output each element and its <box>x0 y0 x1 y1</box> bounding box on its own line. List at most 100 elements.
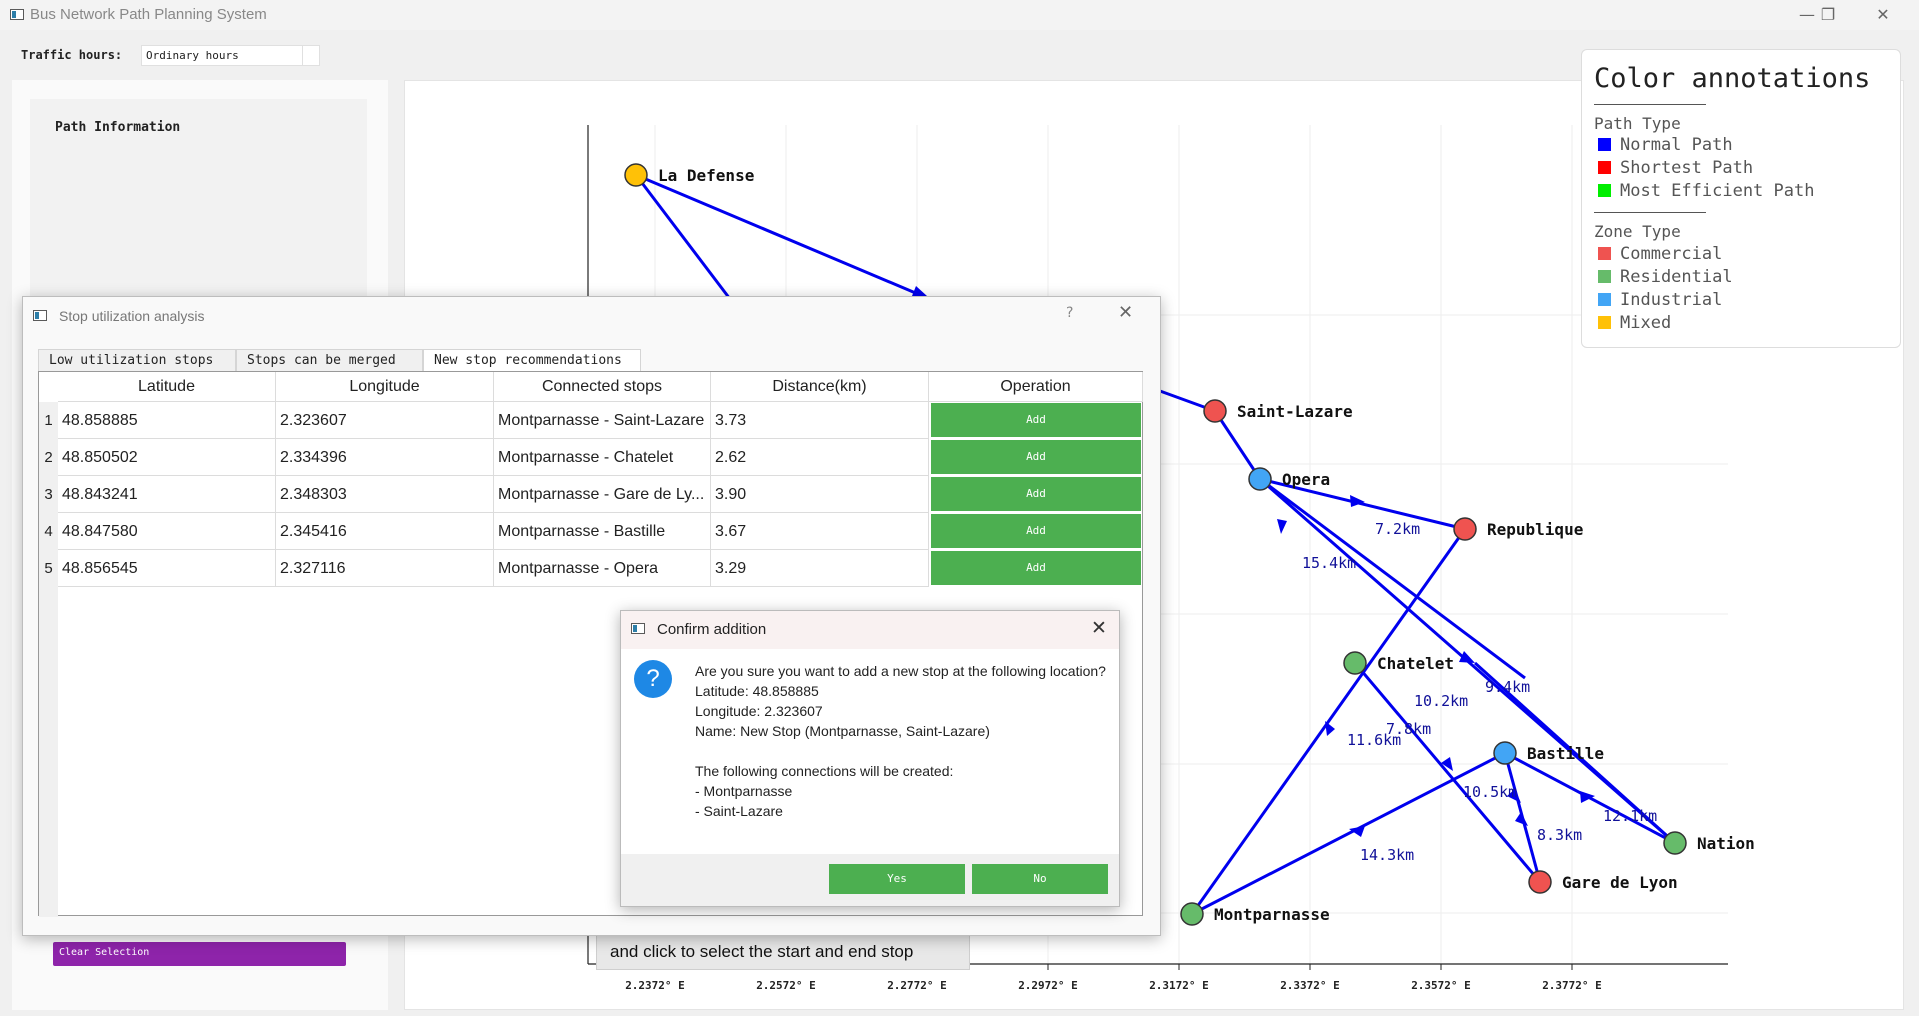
stop-node[interactable] <box>1663 831 1687 855</box>
column-header-longitude[interactable]: Longitude <box>276 372 494 402</box>
confirm-close-button[interactable]: ✕ <box>1091 617 1107 639</box>
add-button[interactable]: Add <box>931 403 1141 437</box>
table-cell-stops[interactable]: Montparnasse - Saint-Lazare <box>494 402 711 439</box>
table-cell-stops[interactable]: Montparnasse - Chatelet <box>494 439 711 476</box>
table-cell-stops[interactable]: Montparnasse - Opera <box>494 550 711 587</box>
confirm-line: Are you sure you want to add a new stop … <box>695 663 1106 679</box>
table-cell-dist[interactable]: 2.62 <box>711 439 929 476</box>
column-header-distance[interactable]: Distance(km) <box>711 372 929 402</box>
table-cell-lon[interactable]: 2.334396 <box>276 439 494 476</box>
table-cell-dist[interactable]: 3.73 <box>711 402 929 439</box>
stop-label: Opera <box>1282 470 1330 489</box>
traffic-hours-select[interactable]: Ordinary hours <box>141 45 320 66</box>
legend-divider <box>1594 104 1706 105</box>
legend-normal-path: Normal Path <box>1598 135 1733 155</box>
table-cell-lat[interactable]: 48.856545 <box>58 550 276 587</box>
column-header-connected-stops[interactable]: Connected stops <box>494 372 711 402</box>
x-tick-label: 2.2972° E <box>1018 979 1078 992</box>
table-cell-lat[interactable]: 48.843241 <box>58 476 276 513</box>
confirm-line: The following connections will be create… <box>695 763 954 779</box>
table-cell-lon[interactable]: 2.327116 <box>276 550 494 587</box>
table-cell-dist[interactable]: 3.29 <box>711 550 929 587</box>
dialog-title: Stop utilization analysis <box>59 308 205 324</box>
stop-node[interactable] <box>1180 902 1204 926</box>
add-button[interactable]: Add <box>931 551 1141 585</box>
question-icon: ? <box>634 660 672 698</box>
table-cell-lon[interactable]: 2.323607 <box>276 402 494 439</box>
add-button[interactable]: Add <box>931 477 1141 511</box>
legend-label: Commercial <box>1620 244 1723 264</box>
tab-low-utilization[interactable]: Low utilization stops <box>38 349 236 371</box>
legend-commercial: Commercial <box>1598 244 1722 264</box>
legend-efficient-path: Most Efficient Path <box>1598 181 1814 201</box>
table-cell-dist[interactable]: 3.67 <box>711 513 929 550</box>
confirm-line: Longitude: 2.323607 <box>695 703 823 719</box>
column-header-latitude[interactable]: Latitude <box>58 372 276 402</box>
window-title: Bus Network Path Planning System <box>30 6 267 23</box>
stop-label: Nation <box>1697 834 1755 853</box>
dialog-app-icon <box>33 310 47 321</box>
tab-new-stop-recommendations[interactable]: New stop recommendations <box>423 349 641 371</box>
stop-node[interactable] <box>1528 870 1552 894</box>
legend-shortest-path: Shortest Path <box>1598 158 1753 178</box>
table-cell-lon[interactable]: 2.345416 <box>276 513 494 550</box>
confirm-titlebar: Confirm addition ✕ <box>621 611 1119 649</box>
x-tick-label: 2.3172° E <box>1149 979 1209 992</box>
traffic-hours-label: Traffic hours: <box>21 48 123 62</box>
swatch-icon <box>1598 184 1611 197</box>
stop-node[interactable] <box>1343 651 1367 675</box>
legend-title: Color annotations <box>1594 63 1871 94</box>
legend-industrial: Industrial <box>1598 290 1722 310</box>
edge-distance-label: 12.1km <box>1603 807 1657 825</box>
yes-button[interactable]: Yes <box>829 864 965 894</box>
confirm-line: Latitude: 48.858885 <box>695 683 819 699</box>
legend-label: Mixed <box>1620 313 1672 333</box>
x-tick-label: 2.3372° E <box>1280 979 1340 992</box>
stop-node[interactable] <box>1453 517 1477 541</box>
stop-node[interactable] <box>1203 399 1227 423</box>
confirm-app-icon <box>631 623 645 634</box>
path-info-title: Path Information <box>55 120 181 135</box>
x-tick-label: 2.2372° E <box>625 979 685 992</box>
table-cell-lat[interactable]: 48.858885 <box>58 402 276 439</box>
row-number: 2 <box>44 449 53 466</box>
add-button[interactable]: Add <box>931 440 1141 474</box>
legend-mixed: Mixed <box>1598 313 1671 333</box>
help-button[interactable]: ? <box>1066 305 1073 321</box>
dialog-close-button[interactable]: ✕ <box>1118 302 1133 323</box>
confirm-line: - Montparnasse <box>695 783 793 799</box>
table-cell-lat[interactable]: 48.850502 <box>58 439 276 476</box>
table-cell-dist[interactable]: 3.90 <box>711 476 929 513</box>
confirm-title: Confirm addition <box>657 621 767 638</box>
legend-label: Residential <box>1620 267 1733 287</box>
add-button[interactable]: Add <box>931 514 1141 548</box>
stop-label: Bastille <box>1527 744 1604 763</box>
legend-path-section: Path Type <box>1594 114 1681 133</box>
table-cell-stops[interactable]: Montparnasse - Gare de Ly... <box>494 476 711 513</box>
swatch-icon <box>1598 161 1611 174</box>
swatch-icon <box>1598 270 1611 283</box>
stop-node[interactable] <box>1493 741 1517 765</box>
edge-distance-label: 10.2km <box>1414 692 1468 710</box>
x-tick-label: 2.3572° E <box>1411 979 1471 992</box>
swatch-icon <box>1598 247 1611 260</box>
restore-button[interactable]: ❐ <box>1808 2 1848 28</box>
table-cell-lon[interactable]: 2.348303 <box>276 476 494 513</box>
clear-selection-button[interactable]: Clear Selection <box>53 942 346 966</box>
legend-label: Most Efficient Path <box>1620 181 1815 201</box>
confirm-addition-dialog: Confirm addition ✕ ? Are you sure you wa… <box>620 610 1120 907</box>
table-cell-lat[interactable]: 48.847580 <box>58 513 276 550</box>
swatch-icon <box>1598 316 1611 329</box>
no-button[interactable]: No <box>972 864 1108 894</box>
table-cell-stops[interactable]: Montparnasse - Bastille <box>494 513 711 550</box>
tab-stops-merged[interactable]: Stops can be merged <box>236 349 423 371</box>
edge-distance-label: 7.2km <box>1375 520 1420 538</box>
column-header-operation[interactable]: Operation <box>929 372 1143 402</box>
legend-label: Industrial <box>1620 290 1723 310</box>
stop-node[interactable] <box>1248 467 1272 491</box>
x-tick-label: 2.2572° E <box>756 979 816 992</box>
stop-node[interactable] <box>624 163 648 187</box>
close-button[interactable]: ✕ <box>1863 2 1903 28</box>
confirm-message: Are you sure you want to add a new stop … <box>695 661 1115 821</box>
path-info-box: Path Information <box>30 99 367 299</box>
